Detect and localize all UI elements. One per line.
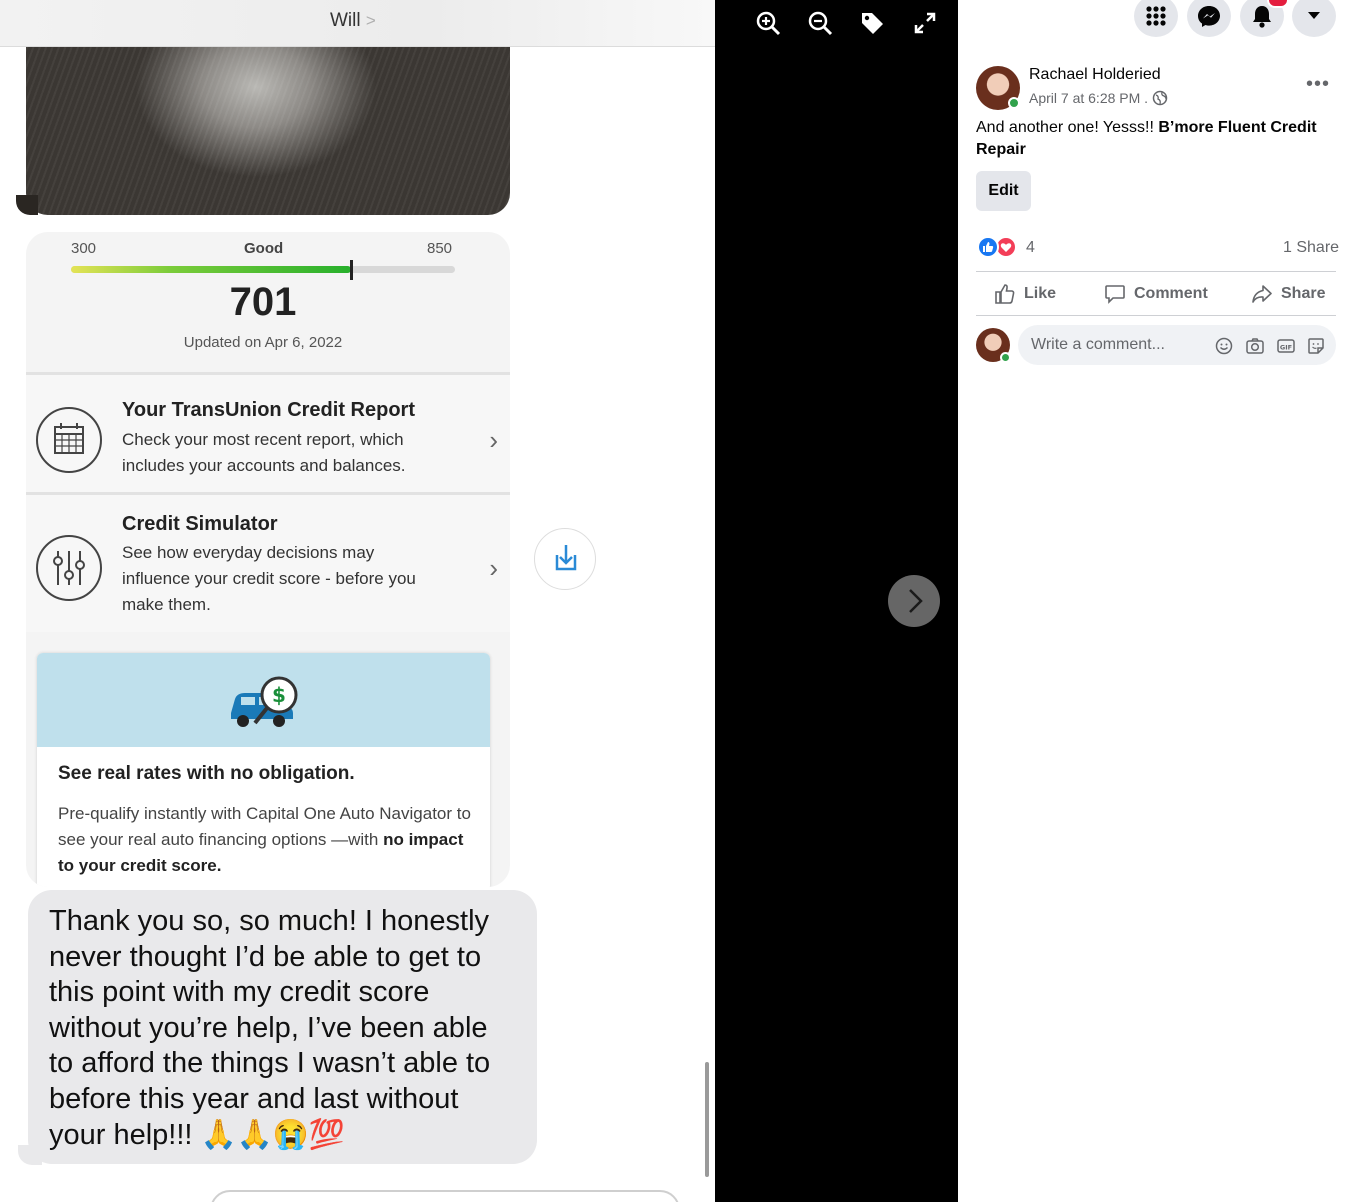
promo-title: See real rates with no obligation. [58,763,355,784]
share-button[interactable]: Share [1251,282,1325,306]
contact-name-label: Will [330,10,361,31]
svg-text:GIF: GIF [1280,344,1292,352]
sliders-icon [36,535,102,601]
share-label: Share [1281,285,1326,302]
emoji-icon[interactable] [1214,336,1234,356]
comment-icon [1105,285,1125,304]
camera-icon[interactable] [1245,336,1265,356]
promo-text: Pre-qualify instantly with Capital One A… [58,801,478,879]
online-indicator [1000,352,1011,363]
score-marker [350,260,354,280]
bubble-tail [16,195,38,215]
scale-min-label: 300 [71,240,97,257]
row-title: Credit Simulator [122,513,278,535]
row-description-line: Check your most recent report, which [122,430,404,449]
score-updated-date: Updated on Apr 6, 2022 [183,334,343,351]
more-options-icon[interactable]: ••• [1306,73,1330,96]
author-name[interactable]: Rachael Holderied [1029,66,1161,84]
scale-max-label: 850 [427,240,453,257]
messages-header: Will > [0,0,715,47]
like-button[interactable]: Like [994,282,1056,306]
comment-placeholder: Write a comment... [1031,336,1165,353]
messenger-button[interactable] [1187,0,1231,37]
comment-input[interactable]: Write a comment... GIF [1018,325,1336,365]
fullscreen-icon[interactable] [911,9,939,37]
post-photo[interactable]: Will > 300 Good 850 701 Updated on Apr 6… [0,0,715,1202]
online-indicator [1008,97,1020,109]
message-input-bar [210,1190,680,1202]
share-icon [1252,285,1272,303]
score-scale-fill [71,266,352,273]
row-description-line: See how everyday decisions may [122,543,375,562]
sticker-icon[interactable] [1306,336,1326,356]
post-meta: April 7 at 6:28 PM . [1029,90,1168,106]
row-description-line: influence your credit score - before you [122,569,416,588]
divider [976,315,1336,316]
like-label: Like [1024,285,1057,302]
like-icon [995,284,1015,304]
globe-icon [1152,90,1168,106]
menu-button[interactable] [1134,0,1178,37]
reaction-count[interactable]: 4 [1026,239,1035,257]
gif-icon[interactable]: GIF [1276,336,1296,356]
divider [976,271,1336,272]
calendar-icon [36,407,102,473]
next-photo-button[interactable] [888,575,940,627]
promo-banner: $ [37,653,490,747]
credit-simulator-row: Credit Simulator See how everyday decisi… [26,492,510,632]
chevron-right-icon: › [489,553,498,583]
rating-label: Good [244,240,284,257]
reaction-icons [977,236,1017,258]
cat-photo-message [26,47,510,215]
car-dollar-icon: $ [231,676,298,727]
post-timestamp[interactable]: April 7 at 6:28 PM . [1029,90,1148,106]
reactions[interactable] [976,236,1020,263]
auto-navigator-promo: $ See real rates with no obligation. Pre… [37,653,490,887]
comment-label: Comment [1134,285,1208,302]
zoom-out-icon[interactable] [806,9,834,37]
next-photo-icon [909,589,923,613]
photo-viewer-page: Will > 300 Good 850 701 Updated on Apr 6… [0,0,1348,1202]
thank-you-message: Thank you so, so much! I honestly never … [28,890,537,1164]
messages-scrollbar [705,1062,709,1177]
credit-score-value: 701 [229,280,297,324]
row-description: Check your most recent report, which inc… [122,427,462,479]
download-icon [534,528,596,590]
post-text-plain: And another one! Yesss!! [976,119,1159,136]
transunion-report-row: Your TransUnion Credit Report Check your… [26,372,510,495]
menu-grid-icon [1146,6,1166,26]
score-scale-bar [71,260,455,280]
comment-button[interactable]: Comment [1104,282,1208,306]
account-button[interactable] [1292,0,1336,37]
bubble-tail [18,1145,42,1165]
credit-score-screenshot: 300 Good 850 701 Updated on Apr 6, 2022 [26,232,510,887]
row-title: Your TransUnion Credit Report [122,399,415,421]
contact-name: Will > [330,10,376,32]
row-description-line: includes your accounts and balances. [122,456,406,475]
tag-icon[interactable] [858,9,886,37]
edit-button[interactable]: Edit [976,171,1031,211]
row-description: See how everyday decisions may influence… [122,540,462,618]
account-caret-icon [1308,12,1320,19]
chevron-right-icon: › [489,425,498,455]
zoom-in-icon[interactable] [754,9,782,37]
viewer-controls [715,0,958,1202]
messenger-icon [1198,6,1220,27]
row-description-line: make them. [122,595,211,614]
chevron-right-icon: > [365,11,376,30]
share-count[interactable]: 1 Share [1283,239,1339,257]
svg-text:$: $ [272,683,286,707]
post-text: And another one! Yesss!! B’more Fluent C… [976,117,1336,161]
